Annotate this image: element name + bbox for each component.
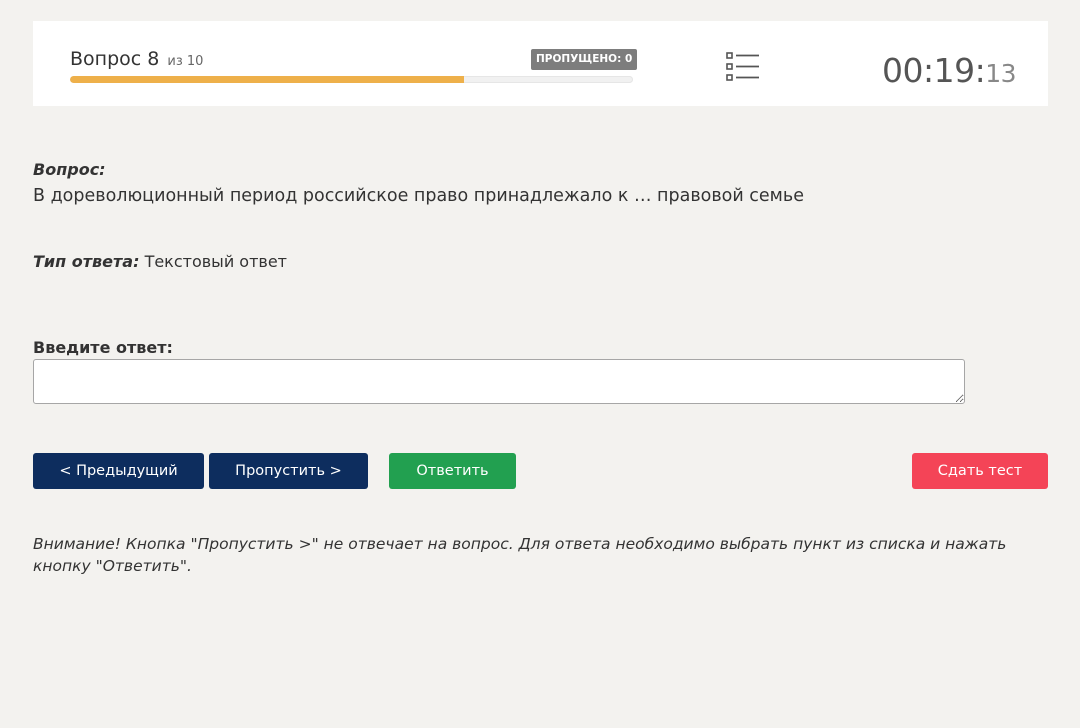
progress-bar (70, 76, 633, 83)
timer-main: 00:19: (881, 51, 986, 90)
question-label: Вопрос: (33, 160, 106, 179)
skipped-badge: ПРОПУЩЕНО: 0 (531, 49, 638, 70)
answer-type-value: Текстовый ответ (144, 252, 287, 271)
timer: 00:19:13 (881, 51, 1017, 90)
skip-button[interactable]: Пропустить > (209, 453, 368, 489)
notice-text: Внимание! Кнопка "Пропустить >" не отвеч… (33, 535, 1007, 575)
answer-type-label: Тип ответа: (33, 252, 140, 271)
question-number: Вопрос 8 (70, 48, 160, 70)
answer-button[interactable]: Ответить (389, 453, 516, 489)
answer-input[interactable] (33, 359, 965, 404)
answer-type: Тип ответа: Текстовый ответ (33, 252, 287, 271)
submit-test-button[interactable]: Сдать тест (912, 453, 1048, 489)
progress-fill (70, 76, 465, 83)
previous-button[interactable]: < Предыдущий (33, 453, 204, 489)
question-text: В дореволюционный период российское прав… (33, 186, 804, 206)
test-header: Вопрос 8 из 10 ПРОПУЩЕНО: 0 00:19:13 (33, 21, 1048, 106)
question-total: из 10 (167, 54, 204, 69)
timer-seconds: 13 (985, 59, 1016, 88)
answer-input-label: Введите ответ: (33, 338, 173, 357)
list-icon[interactable] (726, 52, 760, 82)
question-counter: Вопрос 8 из 10 (70, 48, 203, 70)
